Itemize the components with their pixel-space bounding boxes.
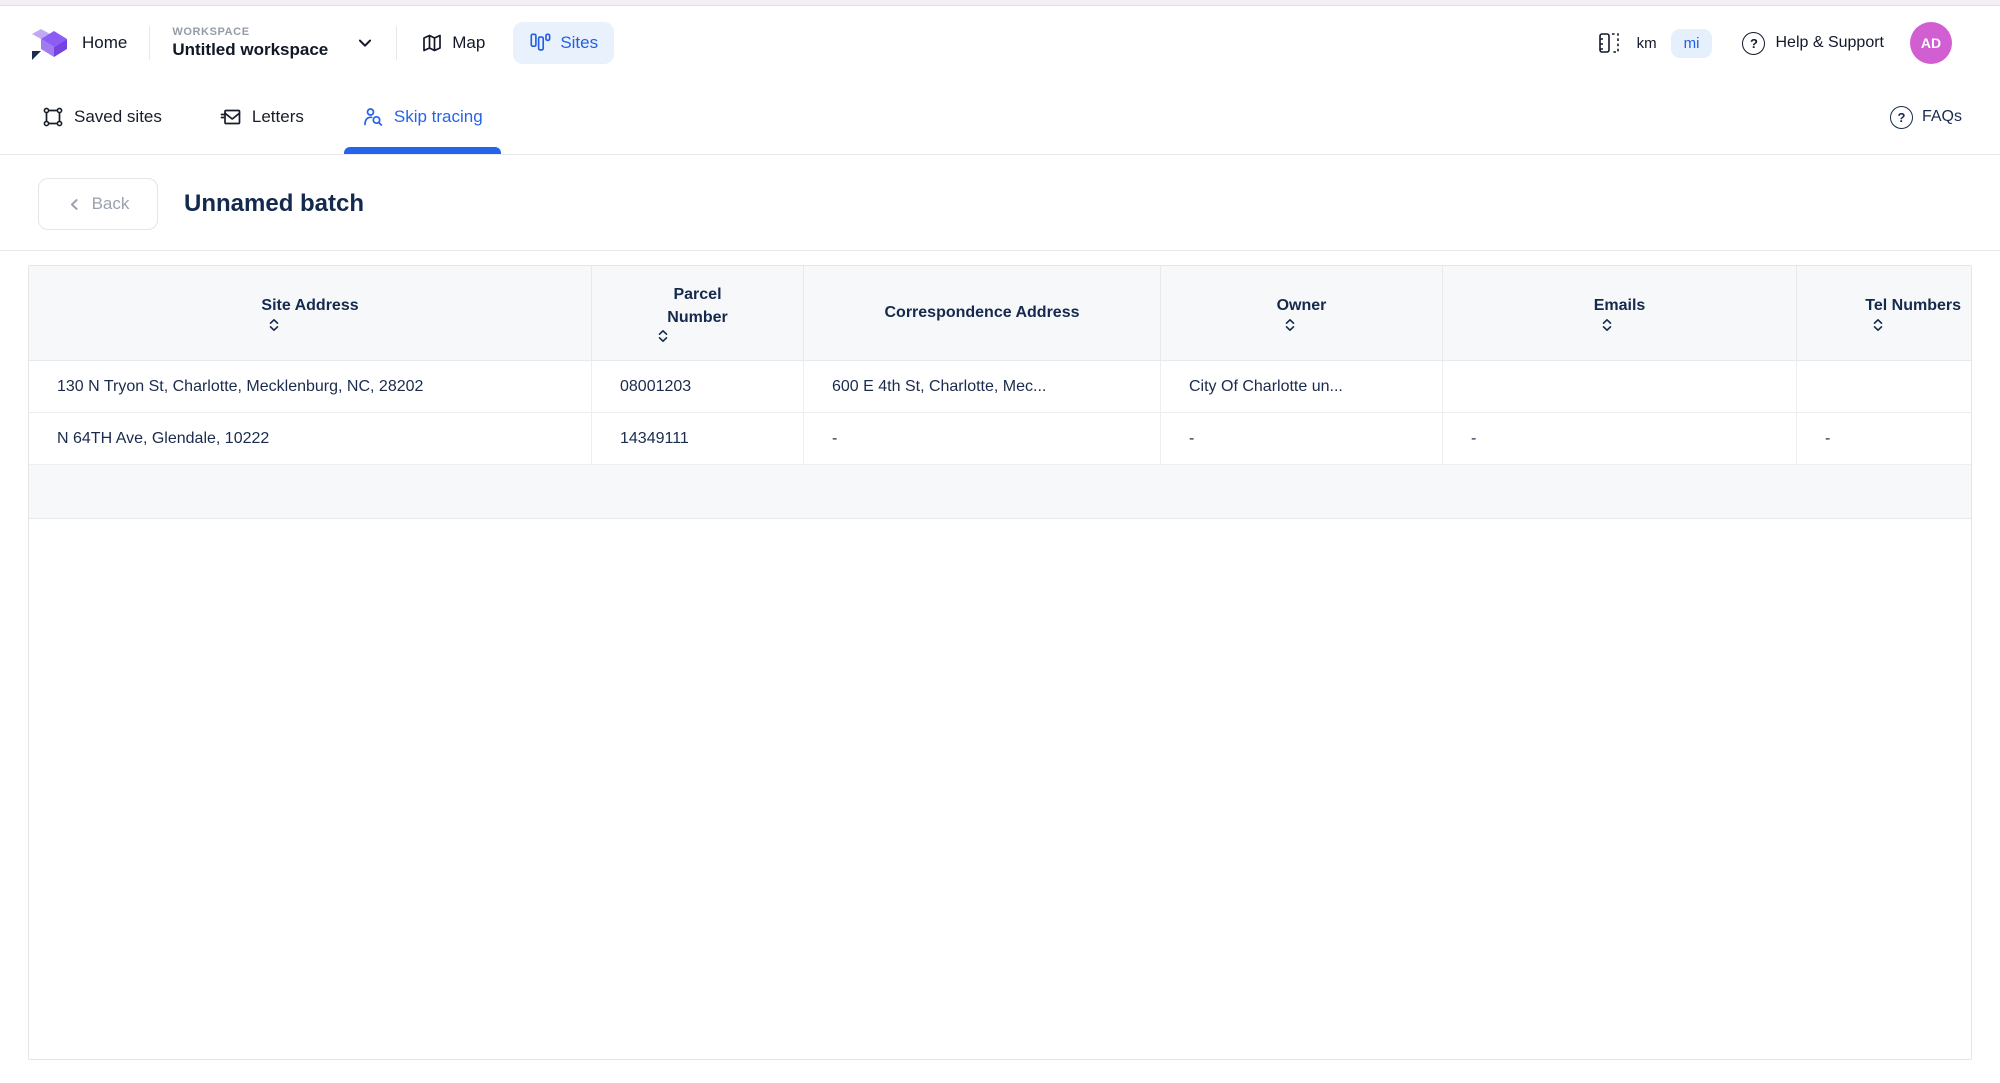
sort-icon <box>1601 318 1613 332</box>
cell-emails <box>1443 361 1797 412</box>
cell-site-address: 130 N Tryon St, Charlotte, Mecklenburg, … <box>29 361 592 412</box>
sort-icon <box>268 318 280 332</box>
chevron-down-icon[interactable] <box>356 34 374 52</box>
column-header-site-address[interactable]: Site Address <box>29 266 592 360</box>
user-avatar[interactable]: AD <box>1910 22 1952 64</box>
column-header-tel-numbers[interactable]: Tel Numbers <box>1797 266 1971 360</box>
tab-skip-tracing[interactable]: Skip tracing <box>362 80 483 154</box>
sites-label: Sites <box>560 33 598 53</box>
column-header-correspondence-address[interactable]: Correspondence Address <box>804 266 1161 360</box>
column-label: Tel Numbers <box>1865 297 1961 314</box>
faqs-label: FAQs <box>1922 108 1962 126</box>
column-label: Site Address <box>261 297 358 314</box>
sort-icon <box>657 329 669 343</box>
cell-correspondence-address: - <box>804 413 1161 464</box>
measurement-units-icon <box>1597 31 1621 55</box>
cell-site-address: N 64TH Ave, Glendale, 10222 <box>29 413 592 464</box>
sort-icon <box>1872 318 1884 332</box>
faqs-button[interactable]: ? FAQs <box>1890 106 1962 129</box>
sort-icon <box>1284 318 1296 332</box>
tab-letters[interactable]: Letters <box>220 80 304 154</box>
secondary-nav: Saved sites Letters Skip tracing ? FAQs <box>0 80 2000 155</box>
column-label: Parcel Number <box>667 286 727 326</box>
help-support-button[interactable]: ? Help & Support <box>1742 32 1884 55</box>
column-label: Correspondence Address <box>884 304 1079 321</box>
cell-tel-numbers <box>1797 361 1971 412</box>
unit-toggle-mi[interactable]: mi <box>1671 29 1713 58</box>
cell-parcel-number: 08001203 <box>592 361 804 412</box>
map-icon <box>421 32 443 54</box>
header-divider <box>396 26 397 60</box>
cell-emails: - <box>1443 413 1797 464</box>
map-nav-button[interactable]: Map <box>421 32 485 54</box>
table-empty-area <box>29 519 1971 1059</box>
back-button[interactable]: Back <box>38 178 158 230</box>
tab-label: Skip tracing <box>394 107 483 127</box>
table-footer-strip <box>29 465 1971 519</box>
person-search-icon <box>362 106 384 128</box>
question-circle-icon: ? <box>1890 106 1913 129</box>
sites-nav-button[interactable]: Sites <box>513 22 614 64</box>
help-support-label: Help & Support <box>1775 34 1884 52</box>
envelope-icon <box>220 106 242 128</box>
home-link[interactable]: Home <box>82 33 127 53</box>
tab-label: Letters <box>252 107 304 127</box>
question-circle-icon: ? <box>1742 32 1765 55</box>
header-right: km mi ? Help & Support AD <box>1597 22 1952 64</box>
skip-tracing-results-table: Site Address Parcel Number Correspondenc… <box>28 265 1972 1060</box>
workspace-label: WORKSPACE <box>172 26 328 40</box>
back-button-label: Back <box>92 194 130 214</box>
cell-owner: - <box>1161 413 1443 464</box>
cell-parcel-number: 14349111 <box>592 413 804 464</box>
column-header-owner[interactable]: Owner <box>1161 266 1443 360</box>
sites-icon <box>529 32 551 54</box>
workspace-name: Untitled workspace <box>172 39 328 60</box>
page-title: Unnamed batch <box>184 190 364 218</box>
workspace-switcher[interactable]: WORKSPACE Untitled workspace <box>172 26 328 61</box>
table-row[interactable]: 130 N Tryon St, Charlotte, Mecklenburg, … <box>29 361 1971 413</box>
tab-label: Saved sites <box>74 107 162 127</box>
page-header-row: Back Unnamed batch <box>38 178 2000 230</box>
table-row[interactable]: N 64TH Ave, Glendale, 10222 14349111 - -… <box>29 413 1971 465</box>
table-header-row: Site Address Parcel Number Correspondenc… <box>29 266 1971 361</box>
section-divider <box>0 250 2000 251</box>
tabs: Saved sites Letters Skip tracing <box>42 80 483 154</box>
app-logo-icon[interactable] <box>28 21 72 65</box>
header-left: Home WORKSPACE Untitled workspace Map Si… <box>28 21 614 65</box>
cell-tel-numbers: - <box>1797 413 1971 464</box>
column-label: Owner <box>1277 297 1327 314</box>
cell-correspondence-address: 600 E 4th St, Charlotte, Mec... <box>804 361 1161 412</box>
cell-owner: City Of Charlotte un... <box>1161 361 1443 412</box>
unit-toggle-km[interactable]: km <box>1637 35 1657 52</box>
column-header-emails[interactable]: Emails <box>1443 266 1797 360</box>
column-header-parcel-number[interactable]: Parcel Number <box>592 266 804 360</box>
active-tab-indicator <box>344 147 501 154</box>
header-divider <box>149 26 150 60</box>
map-label: Map <box>452 33 485 53</box>
bounding-box-icon <box>42 106 64 128</box>
column-label: Emails <box>1594 297 1646 314</box>
chevron-left-icon <box>67 197 82 212</box>
tab-saved-sites[interactable]: Saved sites <box>42 80 162 154</box>
app-header: Home WORKSPACE Untitled workspace Map Si… <box>0 6 2000 80</box>
